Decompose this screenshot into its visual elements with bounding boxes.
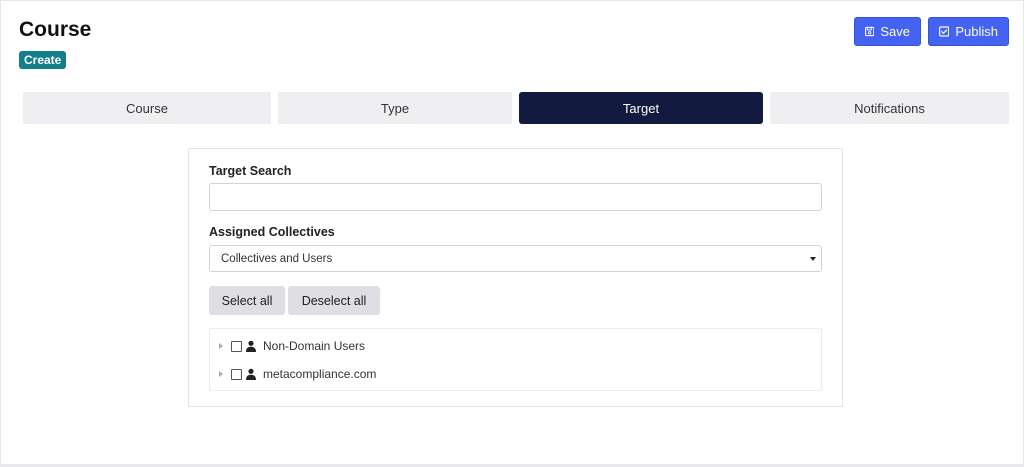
target-search-input[interactable] <box>209 183 822 211</box>
select-all-button[interactable]: Select all <box>209 286 285 315</box>
expand-arrow-icon[interactable] <box>219 343 223 349</box>
save-button[interactable]: Save <box>854 17 921 46</box>
tab-notifications[interactable]: Notifications <box>770 92 1009 124</box>
page-title: Course <box>19 18 92 41</box>
tab-target[interactable]: Target <box>519 92 763 124</box>
tab-course[interactable]: Course <box>23 92 271 124</box>
tree-item-metacompliance: metacompliance.com <box>219 365 376 383</box>
tree-item-checkbox[interactable] <box>231 368 242 380</box>
assigned-collectives-label: Assigned Collectives <box>209 225 335 239</box>
tree-item-label[interactable]: Non-Domain Users <box>263 339 365 353</box>
status-badge: Create <box>19 51 67 69</box>
save-icon <box>865 26 875 37</box>
user-icon <box>246 368 256 380</box>
caret-down-icon <box>810 257 816 261</box>
tree-item-label[interactable]: metacompliance.com <box>263 367 376 381</box>
collectives-select[interactable]: Collectives and Users <box>209 245 822 272</box>
user-icon <box>246 340 256 352</box>
tree-item-non-domain-users: Non-Domain Users <box>219 337 365 355</box>
collectives-tree: Non-Domain Users metacompliance.com <box>209 328 822 391</box>
publish-label: Publish <box>955 24 998 39</box>
check-square-icon <box>939 26 950 37</box>
publish-button[interactable]: Publish <box>928 17 1009 46</box>
tree-item-checkbox[interactable] <box>231 340 242 352</box>
target-panel: Target Search Assigned Collectives Colle… <box>188 148 843 407</box>
target-search-label: Target Search <box>209 164 292 178</box>
collectives-select-value: Collectives and Users <box>221 252 333 265</box>
deselect-all-button[interactable]: Deselect all <box>288 286 380 315</box>
expand-arrow-icon[interactable] <box>219 371 223 377</box>
tab-type[interactable]: Type <box>278 92 512 124</box>
save-label: Save <box>880 24 910 39</box>
app-frame: Course Create Save Publish Course Type T… <box>0 0 1024 467</box>
